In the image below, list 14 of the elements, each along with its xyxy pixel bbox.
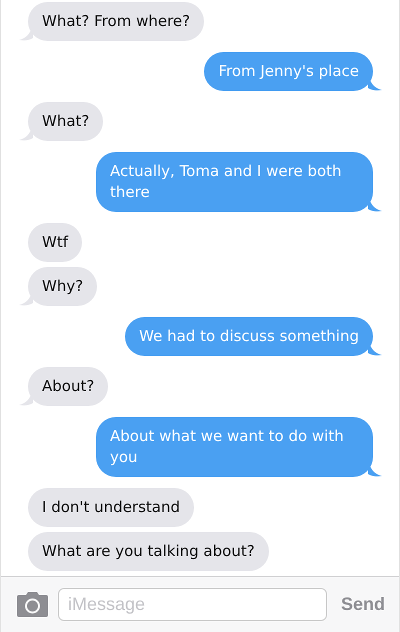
message-bubble: Actually, Toma and I were both there — [96, 152, 373, 212]
message-bubble: What? From where? — [28, 2, 204, 41]
message-bubble: We had to discuss something — [125, 317, 373, 356]
message-bubble: From Jenny's place — [204, 52, 373, 91]
message-bubble: Why? — [28, 267, 98, 306]
message-bubble: What are you talking about? — [28, 532, 269, 571]
message-bubble: Wtf — [28, 223, 82, 262]
camera-icon[interactable] — [17, 592, 48, 617]
message-bubble: About? — [28, 367, 108, 406]
message-bubble: What? — [28, 102, 104, 141]
message-bubble: About what we want to do with you — [96, 417, 373, 477]
message-bubble: I don't understand — [28, 488, 194, 527]
send-button[interactable]: Send — [336, 594, 385, 615]
message-field[interactable]: iMessage — [58, 588, 327, 621]
